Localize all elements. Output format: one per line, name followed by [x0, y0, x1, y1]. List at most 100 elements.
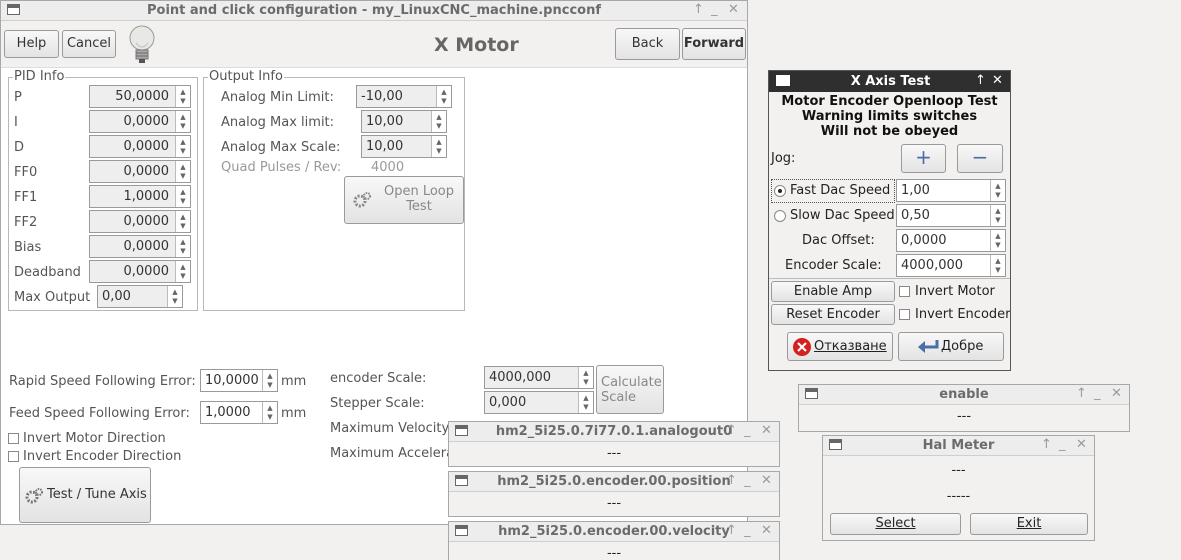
spin-up-icon[interactable]: ▲	[992, 208, 1004, 215]
close-icon[interactable]: ✕	[761, 423, 772, 438]
invert-motor-checkbox[interactable]	[899, 286, 910, 297]
pid-ff1-spin[interactable]: 1,0000 ▲ ▼	[89, 185, 191, 208]
spin-down-icon[interactable]: ▼	[992, 217, 1004, 224]
close-icon[interactable]: ✕	[992, 73, 1003, 88]
spin-up-icon[interactable]: ▲	[177, 264, 189, 271]
max-output-spin[interactable]: 0,00 ▲ ▼	[97, 285, 183, 308]
spin-up-icon[interactable]: ▲	[433, 114, 445, 121]
spin-up-icon[interactable]: ▲	[264, 373, 276, 380]
minimize-icon[interactable]: _	[744, 523, 751, 538]
spin-up-icon[interactable]: ▲	[992, 233, 1004, 240]
spin-up-icon[interactable]: ▲	[264, 405, 276, 412]
encoder-scale-spin[interactable]: 4000,000 ▲ ▼	[484, 366, 594, 389]
close-icon[interactable]: ✕	[728, 2, 739, 17]
close-icon[interactable]: ✕	[761, 473, 772, 488]
maximize-icon[interactable]: ↑	[726, 473, 737, 488]
close-icon[interactable]: ✕	[1076, 437, 1087, 452]
jog-plus-button[interactable]: +	[901, 144, 946, 173]
pid-d-spin[interactable]: 0,0000 ▲ ▼	[89, 135, 191, 158]
spin-up-icon[interactable]: ▲	[992, 258, 1004, 265]
analog-min-value[interactable]: -10,00	[357, 86, 437, 107]
maximize-icon[interactable]: ↑	[726, 423, 737, 438]
meter-titlebar[interactable]: hm2_5i25.0.7i77.0.1.analogout0 ↑ _ ✕	[449, 422, 779, 442]
spin-down-icon[interactable]: ▼	[264, 382, 276, 389]
minimize-icon[interactable]: _	[711, 2, 718, 17]
back-button[interactable]: Back	[615, 28, 680, 60]
spin-down-icon[interactable]: ▼	[169, 298, 181, 305]
stepper-scale-spin[interactable]: 0,000 ▲ ▼	[484, 391, 594, 414]
pid-value[interactable]: 0,0000	[90, 211, 176, 232]
spin-up-icon[interactable]: ▲	[580, 370, 592, 377]
spin-down-icon[interactable]: ▼	[177, 273, 189, 280]
encoder-scale-value[interactable]: 4000,000	[897, 255, 991, 276]
close-icon[interactable]: ✕	[761, 523, 772, 538]
spin-up-icon[interactable]: ▲	[177, 214, 189, 221]
spin-up-icon[interactable]: ▲	[177, 114, 189, 121]
test-tune-axis-button[interactable]: Test / Tune Axis	[19, 467, 151, 523]
spin-down-icon[interactable]: ▼	[177, 223, 189, 230]
select-button[interactable]: Select	[830, 513, 961, 535]
spin-up-icon[interactable]: ▲	[169, 289, 181, 296]
spin-down-icon[interactable]: ▼	[177, 198, 189, 205]
invert-motor-label[interactable]: Invert Motor	[915, 284, 995, 299]
stepper-scale-value[interactable]: 0,000	[485, 392, 579, 413]
feed-error-spin[interactable]: 1,0000 ▲ ▼	[200, 401, 278, 424]
maximize-icon[interactable]: ↑	[1076, 386, 1087, 401]
encoder-scale-value[interactable]: 4000,000	[485, 367, 579, 388]
pid-value[interactable]: 0,0000	[90, 161, 176, 182]
invert-encoder-direction-label[interactable]: Invert Encoder Direction	[23, 449, 181, 464]
meter-titlebar[interactable]: enable ↑ _ ✕	[799, 385, 1129, 405]
enable-amp-button[interactable]: Enable Amp	[771, 281, 895, 302]
spin-up-icon[interactable]: ▲	[177, 89, 189, 96]
analog-scale-spin[interactable]: 10,00 ▲ ▼	[361, 135, 447, 158]
spin-down-icon[interactable]: ▼	[177, 173, 189, 180]
invert-encoder-checkbox[interactable]	[899, 309, 910, 320]
dac-offset-spin[interactable]: 0,0000 ▲ ▼	[896, 229, 1006, 252]
cancel-button[interactable]: Cancel	[62, 30, 116, 58]
hal-meter-titlebar[interactable]: Hal Meter ↑ _ ✕	[823, 436, 1094, 456]
spin-down-icon[interactable]: ▼	[177, 248, 189, 255]
spin-up-icon[interactable]: ▲	[992, 183, 1004, 190]
maximize-icon[interactable]: ↑	[975, 73, 986, 88]
spin-down-icon[interactable]: ▼	[433, 148, 445, 155]
pid-value[interactable]: 0,0000	[90, 236, 176, 257]
spin-up-icon[interactable]: ▲	[177, 189, 189, 196]
spin-down-icon[interactable]: ▼	[177, 148, 189, 155]
spin-down-icon[interactable]: ▼	[580, 379, 592, 386]
main-titlebar[interactable]: Point and click configuration - my_Linux…	[1, 1, 747, 21]
meter-titlebar[interactable]: hm2_5i25.0.encoder.00.velocity ↑ _ ✕	[449, 522, 779, 542]
fast-dac-radio[interactable]	[774, 185, 786, 197]
invert-encoder-label[interactable]: Invert Encoder	[915, 307, 1010, 322]
pid-value[interactable]: 50,0000	[90, 86, 176, 107]
open-loop-test-button[interactable]: Open Loop Test	[344, 176, 464, 224]
invert-motor-direction-checkbox[interactable]	[8, 433, 19, 444]
pid-deadband-spin[interactable]: 0,0000 ▲ ▼	[89, 260, 191, 283]
max-output-value[interactable]: 0,00	[98, 286, 168, 307]
spin-down-icon[interactable]: ▼	[992, 192, 1004, 199]
spin-up-icon[interactable]: ▲	[433, 139, 445, 146]
pid-ff2-spin[interactable]: 0,0000 ▲ ▼	[89, 210, 191, 233]
maximize-icon[interactable]: ↑	[726, 523, 737, 538]
spin-up-icon[interactable]: ▲	[580, 395, 592, 402]
encoder-scale-spin[interactable]: 4000,000 ▲ ▼	[896, 254, 1006, 277]
pid-value[interactable]: 1,0000	[90, 186, 176, 207]
help-button[interactable]: Help	[4, 30, 59, 58]
analog-scale-value[interactable]: 10,00	[362, 136, 432, 157]
spin-up-icon[interactable]: ▲	[438, 89, 450, 96]
meter-titlebar[interactable]: hm2_5i25.0.encoder.00.position ↑ _ ✕	[449, 472, 779, 492]
fast-dac-value[interactable]: 1,00	[897, 180, 991, 201]
axis-test-titlebar[interactable]: X Axis Test ↑ ✕	[769, 71, 1010, 92]
spin-down-icon[interactable]: ▼	[580, 404, 592, 411]
spin-up-icon[interactable]: ▲	[177, 239, 189, 246]
spin-down-icon[interactable]: ▼	[433, 123, 445, 130]
pid-value[interactable]: 0,0000	[90, 136, 176, 157]
analog-max-value[interactable]: 10,00	[362, 111, 432, 132]
spin-down-icon[interactable]: ▼	[177, 98, 189, 105]
jog-minus-button[interactable]: −	[957, 144, 1003, 173]
pid-ff0-spin[interactable]: 0,0000 ▲ ▼	[89, 160, 191, 183]
spin-up-icon[interactable]: ▲	[177, 164, 189, 171]
fast-dac-label[interactable]: Fast Dac Speed	[790, 183, 890, 198]
pid-value[interactable]: 0,0000	[90, 111, 176, 132]
maximize-icon[interactable]: ↑	[1041, 437, 1052, 452]
spin-down-icon[interactable]: ▼	[992, 267, 1004, 274]
